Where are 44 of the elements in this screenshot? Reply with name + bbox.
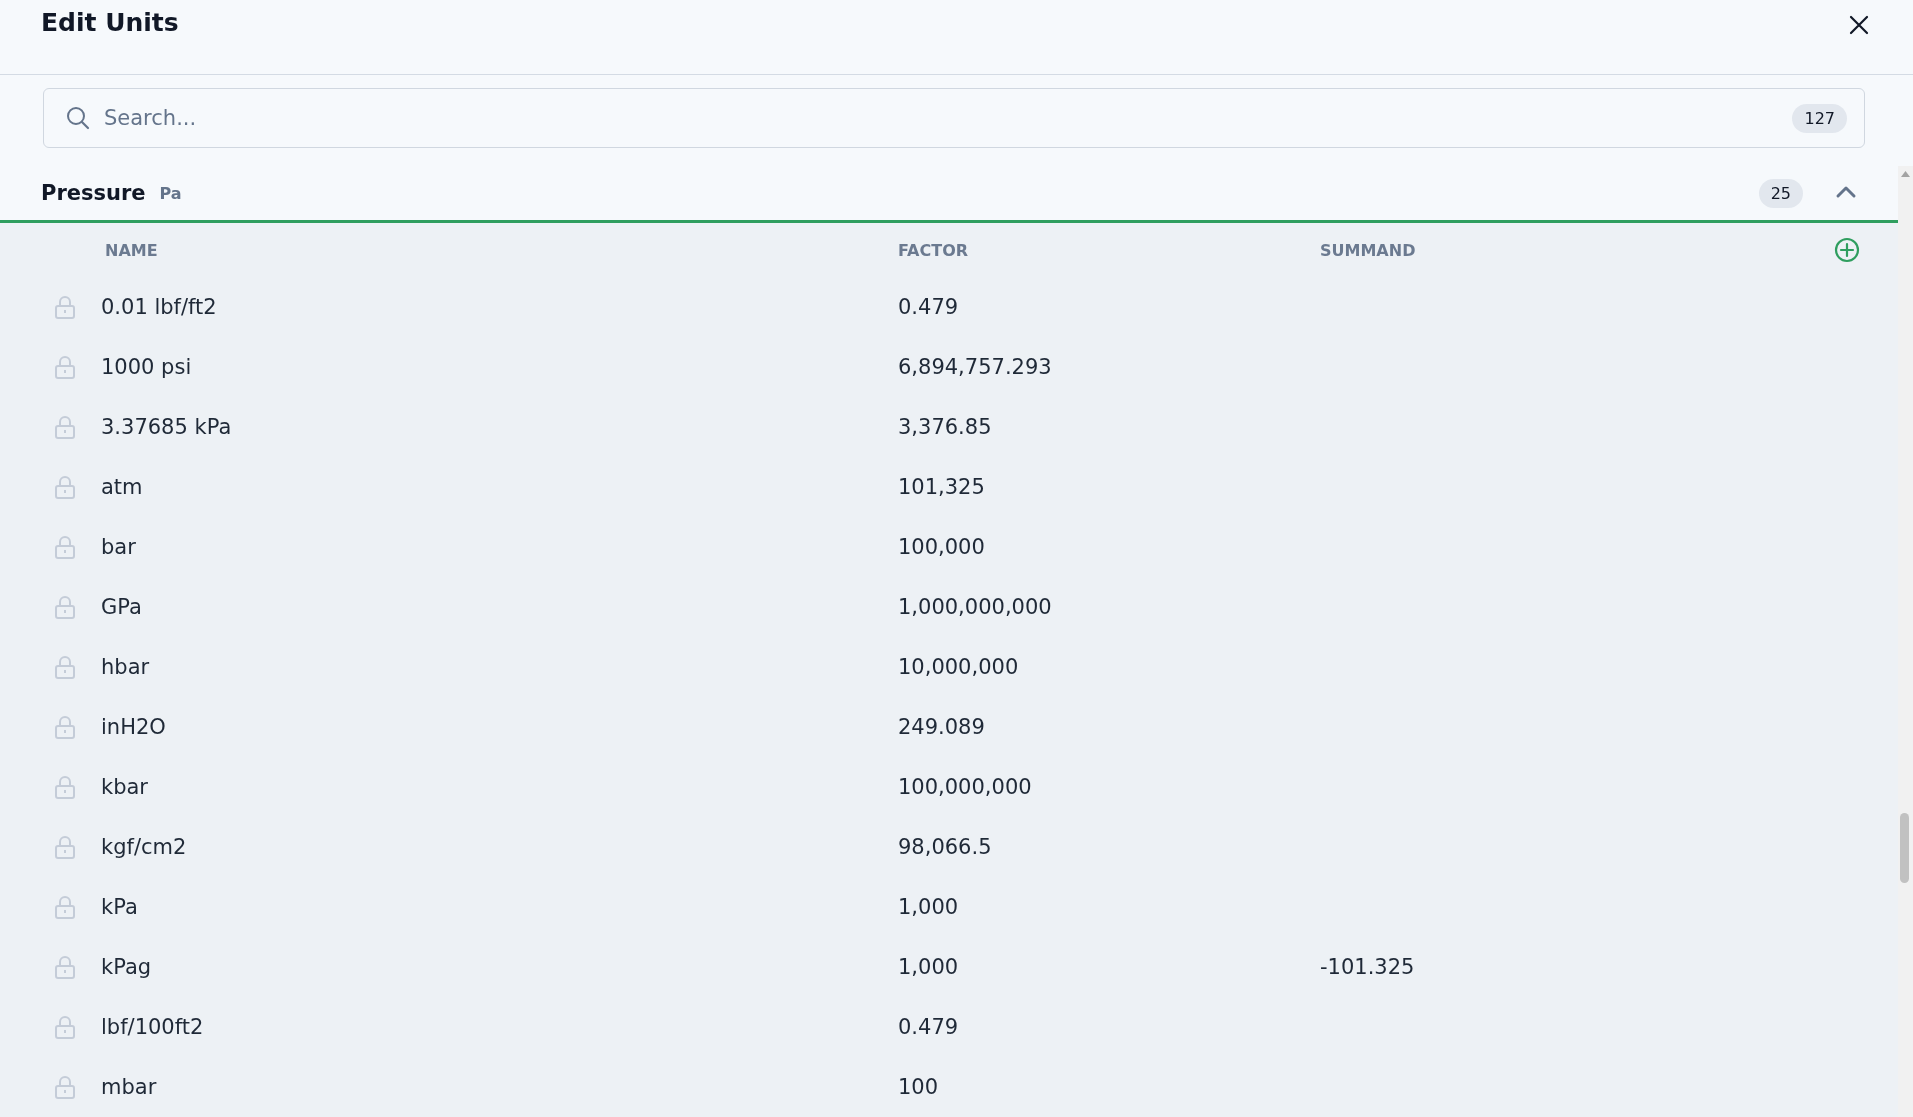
unit-name: kPa	[101, 895, 139, 919]
factor-value: 3,376.85	[898, 415, 993, 439]
factor-value: 1,000	[898, 895, 960, 919]
column-header: SUMMAND	[1320, 240, 1417, 260]
factor-value: 249.089	[898, 715, 986, 739]
plus-circle-icon	[1834, 237, 1860, 263]
factor-value: 101,325	[898, 475, 986, 499]
factor-value: 98,066.5	[898, 835, 993, 859]
unit-name: GPa	[101, 595, 143, 619]
section-title: Pressure	[41, 181, 146, 205]
summand-value: -101.325	[1320, 955, 1415, 979]
factor-value: 100,000	[898, 535, 986, 559]
scrollbar-thumb[interactable]	[1900, 813, 1909, 883]
unit-name: atm	[101, 475, 144, 499]
factor-value: 10,000,000	[898, 655, 1020, 679]
unit-name: kPag	[101, 955, 153, 979]
factor-value: 1,000,000,000	[898, 595, 1053, 619]
unit-name: 0.01 lbf/ft2	[101, 295, 218, 319]
unit-name: kgf/cm2	[101, 835, 188, 859]
unit-count: 25	[1758, 178, 1803, 208]
unit-name: inH2O	[101, 715, 167, 739]
unit-name: bar	[101, 535, 137, 559]
factor-value: 100,000,000	[898, 775, 1033, 799]
unit-name: 1000 psi	[101, 355, 193, 379]
base-unit: Pa	[159, 183, 182, 203]
factor-value: 0.479	[898, 295, 960, 319]
unit-name: mbar	[101, 1075, 158, 1099]
scroll-up-icon	[1900, 170, 1911, 178]
column-header: FACTOR	[898, 240, 970, 260]
unit-name: kbar	[101, 775, 149, 799]
chevron-up-icon	[1835, 184, 1857, 199]
dialog-title: Edit Units	[41, 8, 180, 37]
add-button[interactable]	[1834, 237, 1860, 263]
factor-value: 1,000	[898, 955, 960, 979]
factor-value: 100	[898, 1075, 940, 1099]
column-header: NAME	[104, 240, 159, 260]
scrollbar[interactable]	[1898, 166, 1913, 1117]
search-icon	[65, 105, 91, 131]
factor-value: 6,894,757.293	[898, 355, 1053, 379]
factor-value: 0.479	[898, 1015, 960, 1039]
unit-name: lbf/100ft2	[101, 1015, 205, 1039]
close-icon	[1848, 14, 1870, 36]
unit-name: 3.37685 kPa	[101, 415, 233, 439]
unit-name: hbar	[101, 655, 151, 679]
